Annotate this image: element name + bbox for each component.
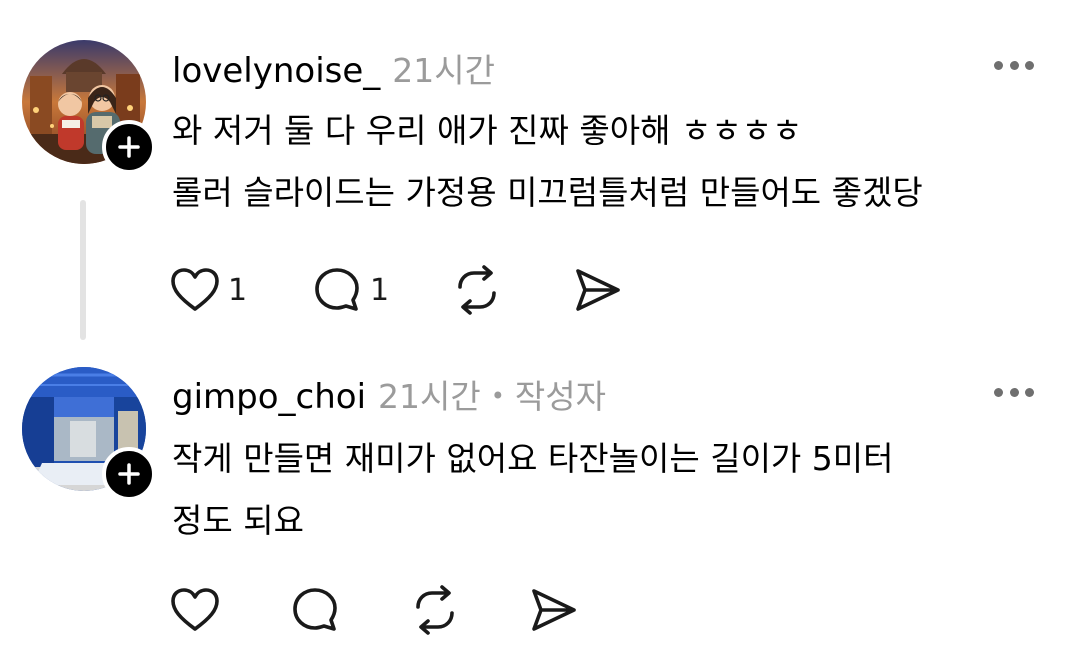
comment-body-1: 와 저거 둘 다 우리 애가 진짜 좋아해 ㅎㅎㅎㅎ 롤러 슬라이드는 가정용 … [172, 100, 923, 224]
more-dot [1025, 60, 1034, 70]
more-options-button-1[interactable] [994, 59, 1034, 71]
like-button[interactable] [170, 587, 290, 633]
more-dot [994, 60, 1003, 70]
action-bar-2 [170, 584, 578, 636]
heart-icon [171, 268, 219, 311]
comment-header-2: gimpo_choi 21시간 • 작성자 [172, 370, 606, 417]
more-options-button-2[interactable] [994, 386, 1034, 398]
follow-button-user-2[interactable] [102, 447, 156, 501]
comment-header-1: lovelynoise_ 21시간 [172, 44, 495, 91]
reply-count: 1 [370, 272, 390, 308]
comment-line: 작게 만들면 재미가 없어요 타잔놀이는 길이가 5미터 [172, 439, 894, 478]
share-button[interactable] [572, 267, 622, 313]
reply-button[interactable]: 1 [312, 266, 452, 314]
repost-button[interactable] [410, 585, 528, 635]
timestamp: 21시간 [378, 377, 481, 416]
comment-bubble-icon [293, 588, 337, 631]
comment-line: 와 저거 둘 다 우리 애가 진짜 좋아해 ㅎㅎㅎㅎ [172, 111, 803, 150]
repost-button[interactable] [452, 265, 572, 315]
author-badge: 작성자 [514, 377, 606, 416]
like-count: 1 [228, 272, 248, 308]
comment-line: 롤러 슬라이드는 가정용 미끄럼틀처럼 만들어도 좋겠당 [172, 173, 923, 212]
heart-icon [171, 588, 219, 631]
action-bar-1: 1 1 [170, 264, 622, 316]
like-button[interactable]: 1 [170, 267, 312, 313]
follow-button-user-1[interactable] [102, 120, 156, 174]
repost-icon [416, 585, 454, 635]
plus-icon [118, 136, 140, 158]
more-dot [1009, 60, 1019, 70]
more-dot [1009, 387, 1019, 397]
more-dot [994, 387, 1003, 397]
username[interactable]: lovelynoise_ [172, 51, 380, 91]
plus-icon [118, 463, 140, 485]
more-dot [1025, 387, 1034, 397]
reply-button[interactable] [290, 586, 410, 634]
meta-separator: • [490, 382, 505, 410]
repost-icon [458, 265, 496, 315]
send-icon [532, 589, 576, 631]
comment-line: 정도 되요 [172, 501, 304, 540]
share-button[interactable] [528, 587, 578, 633]
comment-body-2: 작게 만들면 재미가 없어요 타잔놀이는 길이가 5미터 정도 되요 [172, 428, 894, 552]
timestamp: 21시간 [392, 51, 496, 90]
thread-connector-line [80, 200, 86, 340]
comment-bubble-icon [315, 268, 359, 311]
username[interactable]: gimpo_choi [172, 377, 366, 417]
send-icon [576, 269, 620, 311]
